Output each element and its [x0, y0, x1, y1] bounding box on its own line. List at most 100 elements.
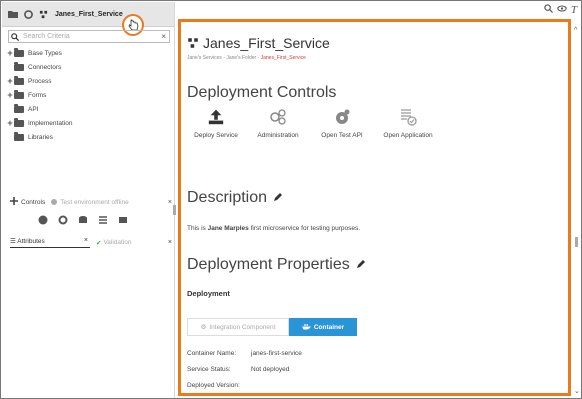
property-container-name: Container Name: janes-first-service: [187, 350, 302, 357]
breadcrumb-separator: -: [223, 55, 225, 61]
breadcrumb-jane-folder[interactable]: Jane's Folder: [226, 55, 256, 61]
database-control-icon[interactable]: [78, 212, 88, 223]
integration-label: Integration Component: [209, 323, 276, 331]
search-input[interactable]: Search Criteria ×: [8, 30, 170, 43]
tree-item-label: Base Types: [28, 49, 62, 57]
card-control-icon[interactable]: [118, 212, 128, 223]
open-test-api-label: Open Test API: [321, 132, 363, 139]
folder-icon: [14, 75, 24, 85]
panel-splitter[interactable]: [173, 205, 176, 215]
deployment-subheading: Deployment: [187, 289, 230, 298]
gear-icon[interactable]: [23, 9, 33, 19]
tree-item-api[interactable]: API: [14, 103, 38, 115]
property-value: janes-first-service: [251, 350, 302, 357]
deploy-service-label: Deploy Service: [194, 132, 238, 139]
expand-icon[interactable]: +: [6, 118, 14, 128]
search-icon: [11, 32, 19, 41]
tab-validation-label: Validation: [103, 239, 132, 246]
upload-icon: [181, 102, 251, 132]
properties-heading-text: Deployment Properties: [187, 256, 350, 273]
description-text: This is Jane Marples first microservice …: [187, 225, 360, 232]
list-icon: ☰: [10, 238, 16, 245]
integration-component-option[interactable]: ⚙ Integration Component: [187, 318, 289, 336]
administration-button[interactable]: Administration: [243, 102, 313, 139]
tree-item-label: Implementation: [28, 119, 73, 127]
close-controls-icon[interactable]: ×: [168, 199, 172, 206]
deployment-controls-heading: Deployment Controls: [187, 84, 337, 101]
property-label: Deployed Version:: [187, 382, 240, 389]
tree-item-label: Libraries: [28, 133, 53, 141]
attributes-tabbar: ☰ Attributes × ✔ Validation ×: [10, 237, 172, 248]
tree-item-connectors[interactable]: Connectors: [14, 61, 61, 73]
property-label: Service Status:: [187, 366, 231, 373]
refresh-control-icon[interactable]: [58, 212, 68, 225]
test-api-icon: [307, 102, 377, 132]
folder-icon: [14, 61, 24, 71]
tab-validation[interactable]: ✔ Validation: [96, 239, 132, 247]
search-placeholder: Search Criteria: [23, 33, 70, 40]
tree-item-forms[interactable]: + Forms: [6, 89, 46, 101]
expand-icon[interactable]: +: [6, 90, 14, 100]
status-dot-icon: [51, 199, 58, 205]
description-heading-text: Description: [187, 189, 268, 206]
tab-attributes[interactable]: ☰ Attributes ×: [10, 237, 90, 248]
description-suffix: first microservice for testing purposes.: [248, 225, 361, 232]
edit-description-icon[interactable]: [273, 189, 283, 207]
scroll-up-icon[interactable]: ^: [574, 27, 577, 34]
tree-item-label: Connectors: [28, 63, 62, 71]
container-icon: [301, 323, 311, 332]
tree-item-libraries[interactable]: Libraries: [14, 131, 53, 143]
controls-panel-header: Controls Test environment offline ×: [10, 197, 172, 207]
folder-icon: [14, 47, 24, 57]
edit-properties-icon[interactable]: [356, 256, 366, 274]
open-test-api-button[interactable]: Open Test API: [307, 102, 377, 139]
integration-icon: ⚙: [200, 324, 207, 331]
tree-item-implementation[interactable]: + Implementation: [6, 117, 72, 129]
tree-item-base-types[interactable]: + Base Types: [6, 47, 62, 59]
deploy-control-icon[interactable]: [38, 212, 48, 225]
scroll-thumb[interactable]: [575, 237, 578, 247]
service-tab[interactable]: Janes_First_Service: [55, 11, 123, 18]
service-icon: [187, 37, 199, 49]
tree-item-label: API: [28, 105, 39, 113]
service-title-text: Janes_First_Service: [203, 35, 330, 51]
expand-icon[interactable]: +: [6, 76, 14, 86]
application-icon: [373, 102, 443, 132]
gears-icon: [243, 102, 313, 132]
open-application-label: Open Application: [383, 132, 433, 139]
tree-item-label: Forms: [28, 91, 47, 99]
vertical-scrollbar[interactable]: ^ ⌄: [573, 27, 580, 397]
open-application-button[interactable]: Open Application: [373, 102, 443, 139]
container-label: Container: [313, 323, 345, 331]
clear-search-icon[interactable]: ×: [161, 31, 166, 42]
test-env-status: Test environment offline: [60, 198, 129, 206]
tree-item-label: Process: [28, 77, 52, 85]
left-panel: Janes_First_Service Search Criteria × + …: [2, 2, 175, 398]
text-style-icon[interactable]: T: [571, 4, 577, 16]
tab-attributes-label: Attributes: [17, 238, 45, 245]
deployment-properties-heading: Deployment Properties: [187, 256, 366, 274]
close-attributes-icon[interactable]: ×: [84, 237, 88, 244]
property-deployed-version: Deployed Version:: [187, 382, 251, 389]
breadcrumb-jane-services[interactable]: Jane's Services: [187, 55, 222, 61]
container-option[interactable]: Container: [289, 318, 357, 336]
property-label: Container Name:: [187, 350, 237, 357]
list-control-icon[interactable]: [98, 212, 108, 224]
folder-icon: [14, 89, 24, 99]
breadcrumb-separator: -: [257, 55, 260, 61]
close-validation-icon[interactable]: ×: [168, 239, 172, 246]
scroll-down-icon[interactable]: ⌄: [574, 387, 580, 395]
description-prefix: This is: [187, 225, 208, 232]
folder-icon[interactable]: [8, 9, 18, 19]
check-icon: ✔: [96, 239, 102, 247]
property-service-status: Service Status: Not deployed: [187, 366, 289, 373]
property-value: Not deployed: [251, 366, 290, 373]
eye-icon[interactable]: [557, 4, 567, 16]
controls-icon: [10, 197, 18, 207]
tree-item-process[interactable]: + Process: [6, 75, 51, 87]
search-icon[interactable]: [544, 4, 553, 16]
folder-icon: [14, 131, 24, 141]
deploy-service-button[interactable]: Deploy Service: [181, 102, 251, 139]
administration-label: Administration: [257, 132, 299, 139]
expand-icon[interactable]: +: [6, 48, 14, 58]
